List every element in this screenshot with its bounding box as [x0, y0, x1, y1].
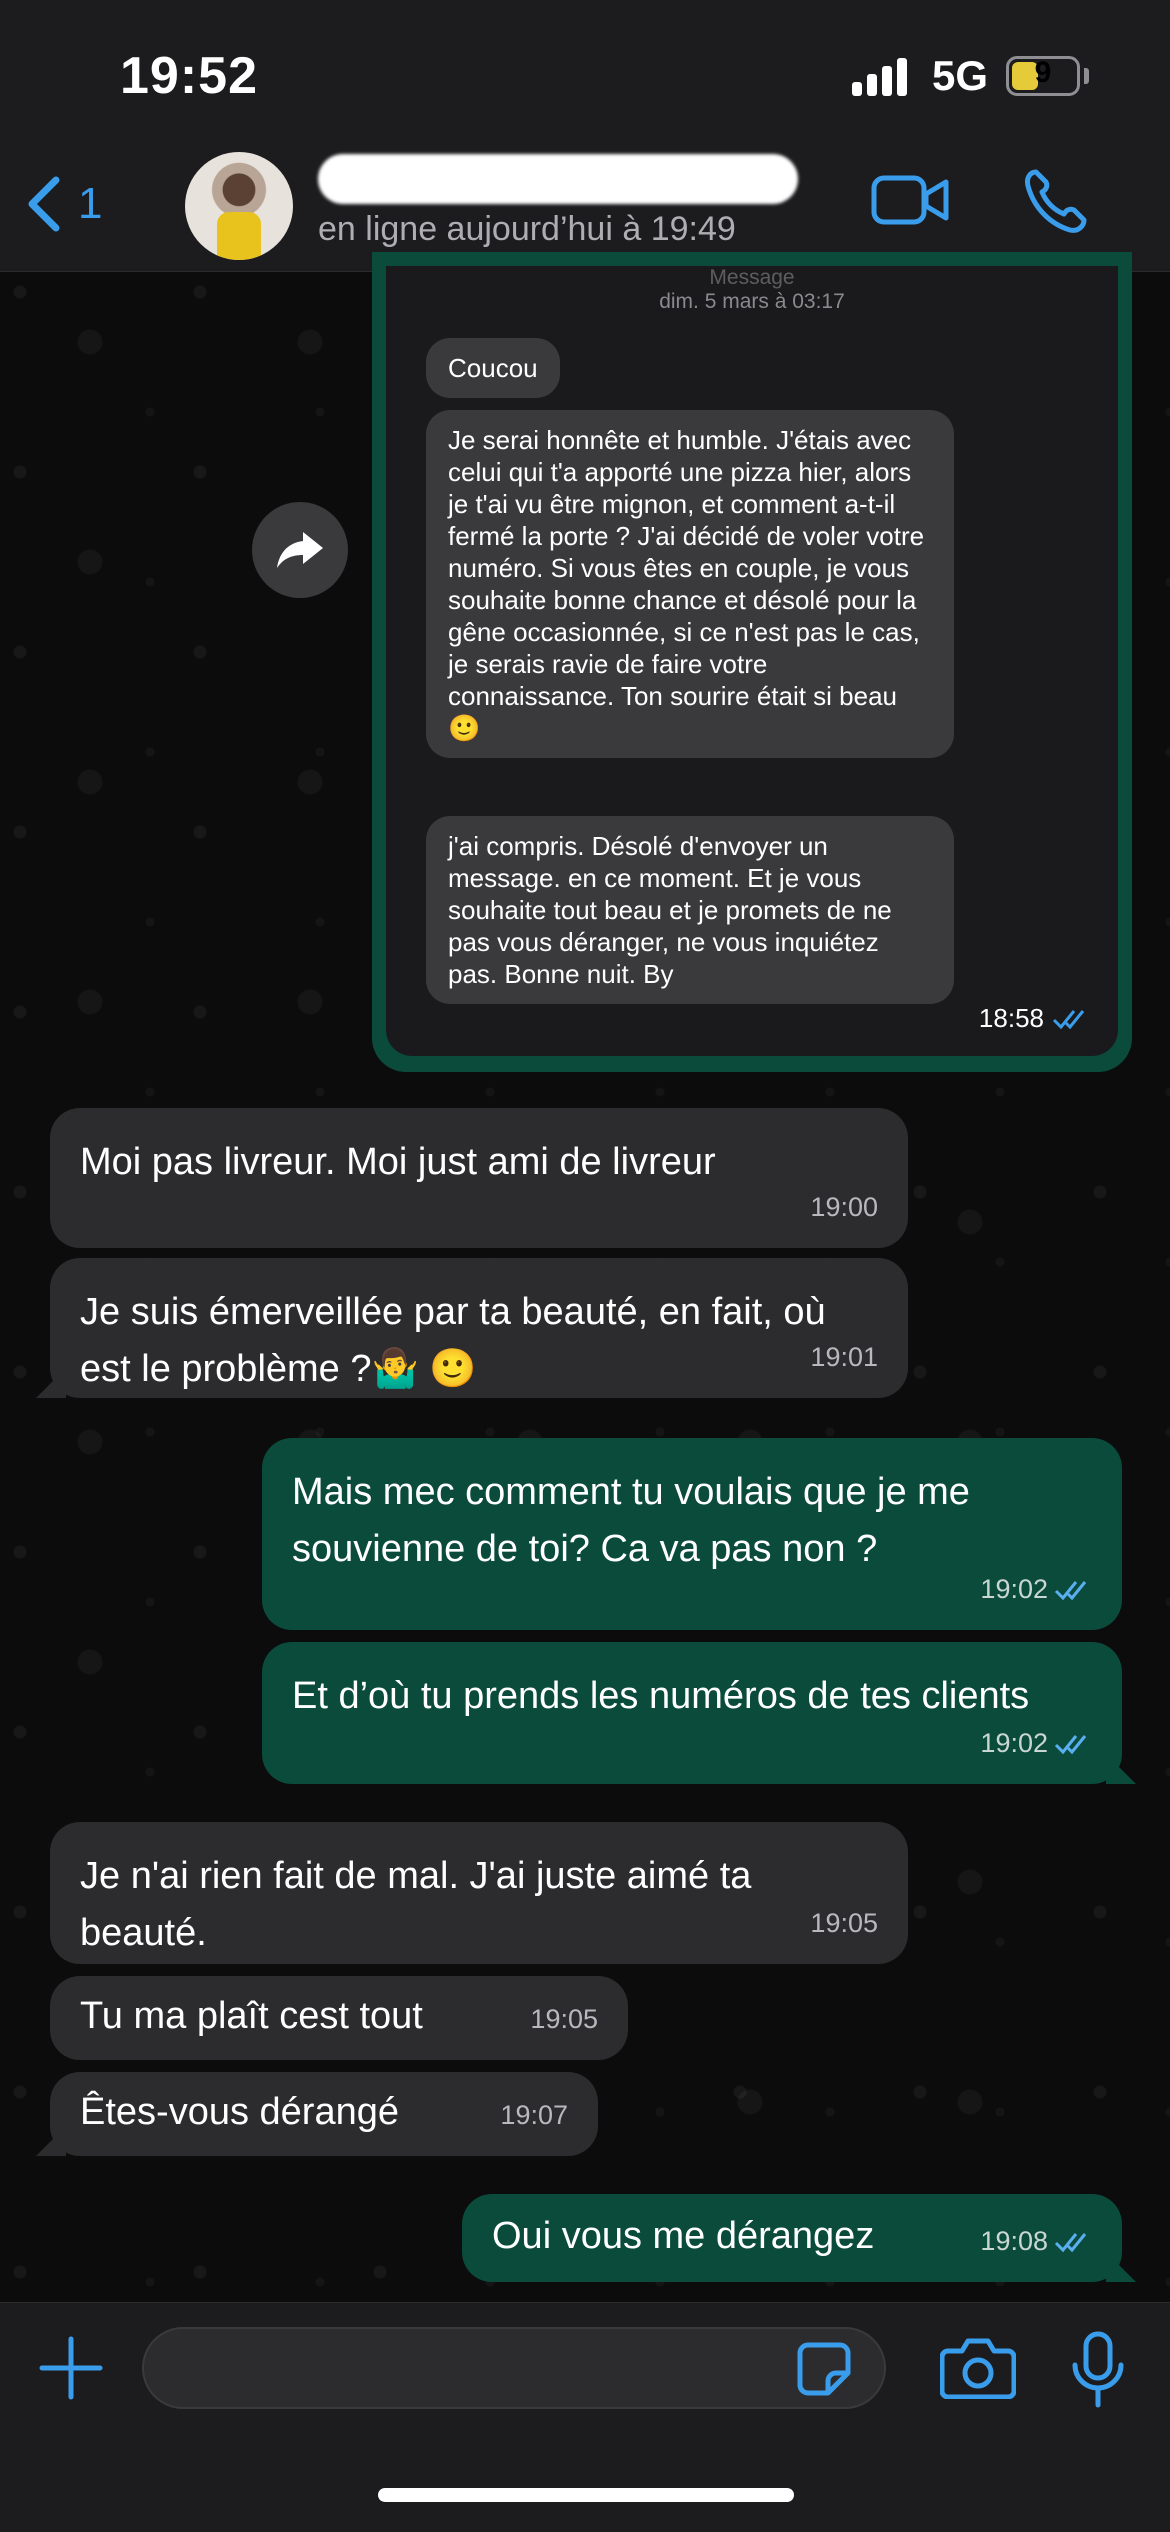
- video-call-icon[interactable]: [870, 168, 950, 232]
- contact-name-redacted[interactable]: [318, 154, 798, 204]
- message-time: 19:01: [810, 1342, 878, 1372]
- forward-icon: [277, 532, 323, 568]
- network-type: 5G: [932, 52, 989, 99]
- message-bubble-incoming[interactable]: Tu ma plaît cest tout 19:05: [50, 1976, 628, 2060]
- sticker-icon[interactable]: [796, 2341, 852, 2397]
- plus-icon[interactable]: [38, 2335, 104, 2401]
- screenshot-message: j'ai compris. Désolé d'envoyer un messag…: [426, 816, 954, 1004]
- presence-status: en ligne aujourd’hui à 19:49: [318, 210, 736, 248]
- screenshot-message: Je serai honnête et humble. J'étais avec…: [426, 410, 954, 758]
- read-ticks-icon: [1052, 1009, 1085, 1029]
- message-bubble-incoming[interactable]: Je suis émerveillée par ta beauté, en fa…: [50, 1258, 908, 1398]
- unread-count: 1: [78, 179, 103, 228]
- screenshot-date: dim. 5 mars à 03:17: [659, 290, 845, 313]
- camera-icon[interactable]: [940, 2335, 1016, 2399]
- contact-avatar[interactable]: [185, 152, 293, 260]
- message-text: Moi pas livreur. Moi just ami de livreur: [80, 1141, 716, 1183]
- message-text: Êtes-vous dérangé: [80, 2091, 399, 2133]
- message-time: 19:07: [500, 2100, 568, 2130]
- home-indicator[interactable]: [378, 2488, 794, 2502]
- message-text: Mais mec comment tu voulais que je me so…: [292, 1471, 970, 1570]
- message-time: 19:05: [530, 2004, 598, 2034]
- screenshot-header-label: Message: [709, 266, 795, 289]
- message-bubble-incoming[interactable]: Moi pas livreur. Moi just ami de livreur…: [50, 1108, 908, 1248]
- message-time: 19:05: [810, 1908, 878, 1938]
- status-time: 19:52: [120, 47, 258, 105]
- message-text: Et d’où tu prends les numéros de tes cli…: [292, 1675, 1030, 1717]
- read-ticks-icon: [1054, 1580, 1087, 1600]
- message-bubble-incoming[interactable]: Je n'ai rien fait de mal. J'ai juste aim…: [50, 1822, 908, 1964]
- message-text: Je n'ai rien fait de mal. J'ai juste aim…: [80, 1855, 752, 1954]
- phone-call-icon[interactable]: [1022, 168, 1088, 234]
- message-bubble-outgoing[interactable]: Et d’où tu prends les numéros de tes cli…: [262, 1642, 1122, 1784]
- message-time: 19:08: [980, 2213, 1092, 2270]
- message-text: Je suis émerveillée par ta beauté, en fa…: [80, 1291, 826, 1390]
- cellular-signal-icon: [852, 58, 908, 96]
- forward-button[interactable]: [252, 502, 348, 598]
- battery-level: 9: [1034, 56, 1052, 89]
- message-bubble-outgoing[interactable]: Mais mec comment tu voulais que je me so…: [262, 1438, 1122, 1630]
- chat-header: 19:52 5G 9 1 en ligne aujourd’hui à 19:4…: [0, 0, 1170, 272]
- message-text: Tu ma plaît cest tout: [80, 1995, 423, 2037]
- screenshot-time-text: 18:58: [978, 1003, 1044, 1033]
- message-time: 19:00: [810, 1192, 878, 1222]
- forwarded-screenshot-bubble[interactable]: Message dim. 5 mars à 03:17 Coucou Je se…: [372, 252, 1132, 1072]
- screenshot-header: Message dim. 5 mars à 03:17: [386, 266, 1118, 314]
- battery-cap: [1084, 68, 1089, 84]
- screenshot-time: 18:58: [979, 1003, 1090, 1034]
- message-time-text: 19:02: [980, 1574, 1048, 1604]
- message-time: 19:02: [980, 1561, 1092, 1618]
- screenshot-message: Coucou: [426, 338, 560, 398]
- message-bubble-incoming[interactable]: Êtes-vous dérangé 19:07: [50, 2072, 598, 2156]
- read-ticks-icon: [1054, 2232, 1087, 2252]
- message-time: 19:02: [980, 1715, 1092, 1772]
- back-button[interactable]: 1: [24, 174, 102, 234]
- battery-icon: 9: [1006, 56, 1080, 96]
- microphone-icon[interactable]: [1070, 2331, 1126, 2409]
- read-ticks-icon: [1054, 1734, 1087, 1754]
- message-time-text: 19:02: [980, 1728, 1048, 1758]
- message-time-text: 19:08: [980, 2226, 1048, 2256]
- message-input[interactable]: [142, 2327, 886, 2409]
- screenshot-content: Message dim. 5 mars à 03:17 Coucou Je se…: [386, 266, 1118, 1056]
- back-chevron-icon: [28, 176, 60, 232]
- message-bubble-outgoing[interactable]: Oui vous me dérangez 19:08: [462, 2194, 1122, 2282]
